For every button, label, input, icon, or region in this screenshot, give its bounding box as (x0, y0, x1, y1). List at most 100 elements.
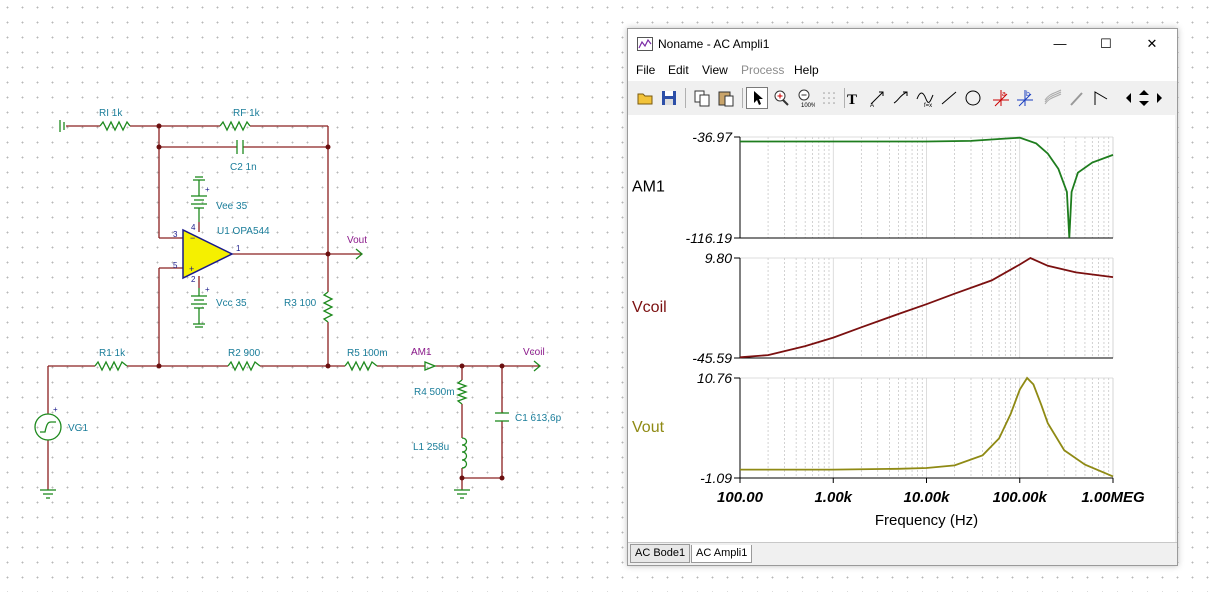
ac-analysis-chart[interactable]: -36.97 -116.19 AM1 9.80 -45.59 Vcoil 10.76 -1.0… (628, 115, 1175, 543)
l1-label: L1 258u (413, 442, 449, 453)
r4-resistor (456, 379, 468, 405)
zoom-100-button[interactable]: 100% (794, 87, 817, 109)
cursor-a-icon: a (993, 90, 1009, 107)
scroll-right-button[interactable] (1152, 87, 1166, 109)
x-tick-label: 1.00MEG (1081, 489, 1145, 506)
r2-label: R2 900 (228, 348, 261, 359)
scroll-right-icon (1157, 93, 1162, 103)
waves-icon (1044, 89, 1062, 105)
r5-resistor (344, 360, 378, 372)
menu-view[interactable]: View (702, 63, 728, 77)
scroll-updown-icon (1139, 90, 1149, 106)
arrow-text-icon: A (870, 91, 884, 109)
c1-label: C1 613,6p (515, 413, 562, 424)
r4-label: R4 500m (414, 387, 455, 398)
line-icon (941, 91, 957, 105)
r3-label: R3 100 (284, 298, 317, 309)
bode-plot-area[interactable]: -36.97 -116.19 AM1 9.80 -45.59 Vcoil 10.76 -1.0… (628, 115, 1175, 543)
grid-icon (823, 92, 835, 104)
svg-text:2: 2 (191, 275, 196, 284)
svg-text:4: 4 (191, 223, 196, 232)
svg-text:a: a (1002, 91, 1006, 98)
probe-button[interactable] (1066, 87, 1088, 109)
schematic-canvas[interactable]: − + RI 1k RF 1k C2 1n Vee 35 U1 OPA544 V… (0, 0, 620, 592)
rf-resistor (219, 120, 251, 132)
x-tick-label: 10.00k (904, 489, 951, 506)
line-button[interactable] (938, 87, 960, 109)
menu-help[interactable]: Help (794, 63, 819, 77)
l1-inductor (461, 437, 468, 469)
window-title: Noname - AC Ampli1 (658, 37, 770, 51)
ri-label: RI 1k (99, 108, 123, 119)
series-label-am1: AM1 (632, 179, 665, 196)
r2-resistor (227, 360, 261, 372)
vout-net-label: Vout (347, 235, 367, 246)
formula-button[interactable]: f=x (914, 87, 936, 109)
cursor-b-icon: b (1017, 90, 1033, 107)
menu-bar: File Edit View Process Help (628, 59, 1177, 81)
grid-button[interactable] (818, 87, 840, 109)
arrow-curve-button[interactable] (890, 87, 912, 109)
r3-resistor (322, 291, 334, 323)
text-button[interactable]: T (842, 87, 864, 109)
svg-text:5: 5 (173, 261, 178, 270)
svg-text:+: + (205, 285, 210, 294)
u1-label: U1 OPA544 (217, 226, 270, 237)
vcc-label: Vcc 35 (216, 298, 247, 309)
vcoil-net-label: Vcoil (523, 347, 545, 358)
svg-text:A: A (870, 103, 874, 108)
svg-text:T: T (847, 92, 857, 108)
zoom-in-icon (774, 90, 789, 106)
ri-resistor (99, 120, 131, 132)
arrow-text-button[interactable]: A (866, 87, 888, 109)
toolbar: 100% T A f=x a b (628, 84, 1177, 112)
y-tick-label-min: -45.59 (692, 350, 732, 366)
pointer-icon (754, 91, 763, 105)
y-tick-label-min: -116.19 (686, 230, 733, 246)
svg-text:f=x: f=x (924, 103, 932, 108)
menu-process[interactable]: Process (741, 63, 784, 77)
minimize-button[interactable]: — (1037, 29, 1083, 59)
cursor-a-button[interactable]: a (990, 87, 1012, 109)
maximize-button[interactable]: ☐ (1083, 29, 1129, 59)
scroll-updown-button[interactable] (1136, 87, 1152, 109)
paste-button[interactable] (715, 87, 737, 109)
close-button[interactable]: ✕ (1129, 29, 1175, 59)
waves-button[interactable] (1042, 87, 1064, 109)
y-tick-label-max: 10.76 (697, 370, 732, 386)
save-button[interactable] (658, 87, 680, 109)
svg-text:−: − (190, 233, 195, 243)
window-titlebar[interactable]: Noname - AC Ampli1 — ☐ ✕ (628, 29, 1177, 59)
zoom-100-icon: 100% (798, 89, 817, 109)
circle-button[interactable] (962, 87, 984, 109)
svg-text:+: + (53, 405, 58, 414)
copy-button[interactable] (691, 87, 713, 109)
menu-edit[interactable]: Edit (668, 63, 689, 77)
save-icon (662, 91, 676, 105)
am1-net-label: AM1 (411, 347, 432, 358)
marker-button[interactable] (1090, 87, 1112, 109)
cursor-b-button[interactable]: b (1014, 87, 1036, 109)
text-icon: T (847, 92, 857, 108)
pointer-button[interactable] (746, 87, 768, 109)
y-tick-label-max: -36.97 (692, 129, 733, 145)
r1-label: R1 1k (99, 348, 126, 359)
tab-ac-bode1[interactable]: AC Bode1 (630, 544, 691, 563)
tab-ac-ampli1[interactable]: AC Ampli1 (691, 545, 753, 563)
arrow-curve-icon (893, 91, 908, 104)
open-button[interactable] (634, 87, 656, 109)
menu-file[interactable]: File (636, 63, 655, 77)
svg-text:+: + (189, 264, 194, 274)
r5-label: R5 100m (347, 348, 388, 359)
zoom-in-button[interactable] (770, 87, 792, 109)
svg-text:1: 1 (236, 244, 241, 253)
svg-text:b: b (1026, 91, 1030, 98)
probe-icon (1070, 92, 1083, 106)
scroll-left-button[interactable] (1122, 87, 1136, 109)
formula-icon: f=x (916, 92, 934, 109)
c2-label: C2 1n (230, 162, 257, 173)
svg-text:100%: 100% (801, 103, 815, 108)
paste-icon (718, 91, 734, 107)
y-tick-label-min: -1.09 (700, 470, 732, 486)
x-tick-label: 100.00k (993, 489, 1048, 506)
